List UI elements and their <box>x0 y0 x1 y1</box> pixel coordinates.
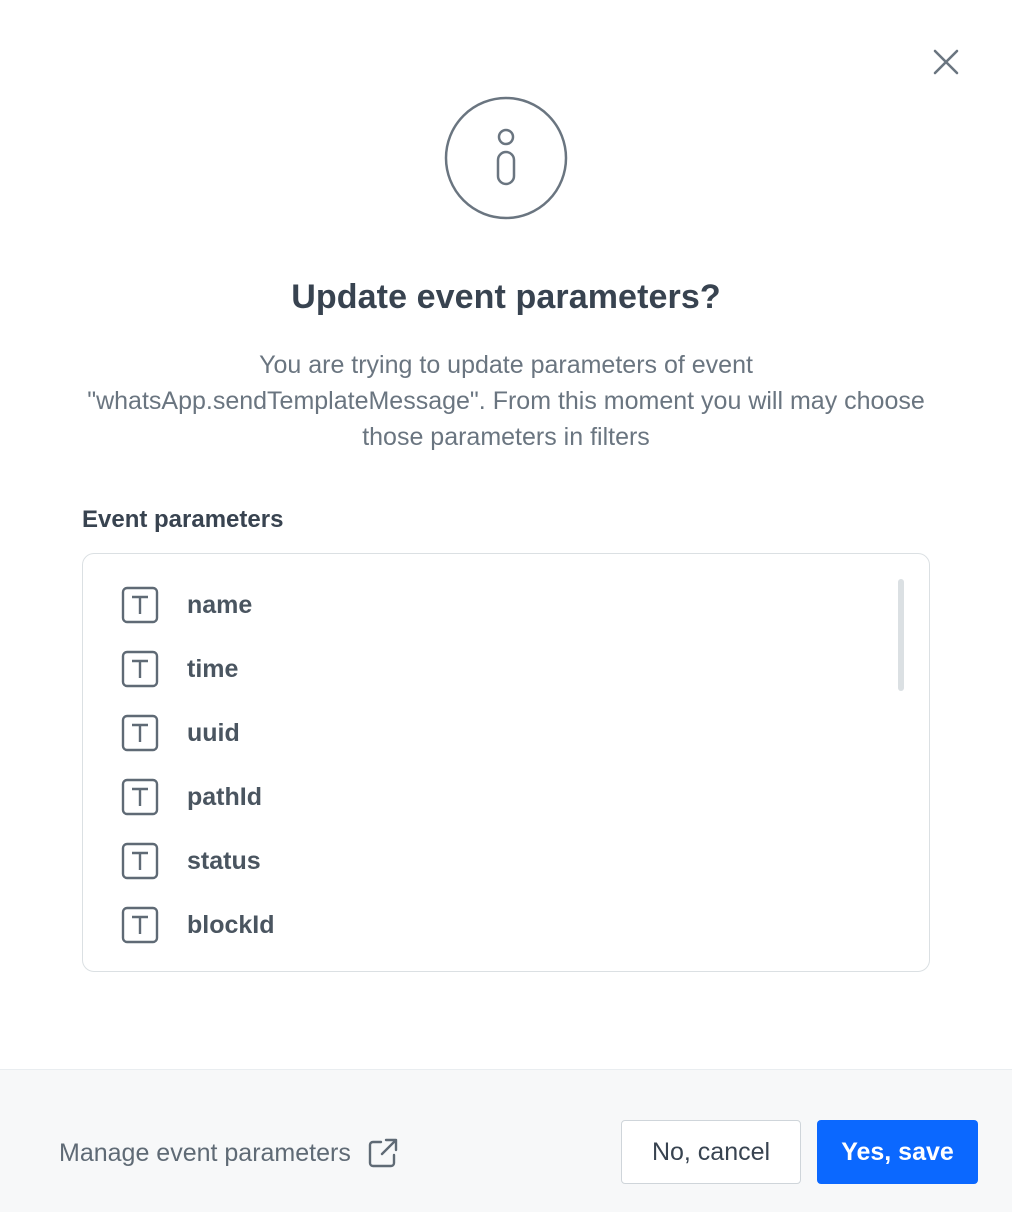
parameter-name: name <box>187 590 253 619</box>
text-type-icon <box>121 714 159 752</box>
parameter-name: pathId <box>187 782 262 811</box>
parameter-name: blockId <box>187 910 275 939</box>
parameter-name: time <box>187 654 239 683</box>
dialog-title: Update event parameters? <box>291 278 721 316</box>
list-item: time <box>121 649 821 689</box>
close-button[interactable] <box>926 42 966 82</box>
dialog-footer: Manage event parameters No, cancel Yes, … <box>0 1069 1012 1212</box>
event-parameters-list[interactable]: name time uuid pathId status blockId <box>82 553 930 972</box>
cancel-button[interactable]: No, cancel <box>621 1120 801 1184</box>
save-button[interactable]: Yes, save <box>817 1120 978 1184</box>
text-type-icon <box>121 906 159 944</box>
text-type-icon <box>121 778 159 816</box>
update-event-dialog: Update event parameters? You are trying … <box>0 0 1012 1212</box>
text-type-icon <box>121 650 159 688</box>
parameter-name: status <box>187 846 261 875</box>
close-icon <box>933 49 959 75</box>
event-parameters-label: Event parameters <box>82 506 284 533</box>
list-item: uuid <box>121 713 821 753</box>
text-type-icon <box>121 586 159 624</box>
list-item: pathId <box>121 777 821 817</box>
list-scrollbar[interactable] <box>898 579 904 691</box>
manage-link-label: Manage event parameters <box>59 1138 351 1167</box>
info-icon <box>444 96 568 220</box>
manage-event-parameters-link[interactable]: Manage event parameters <box>59 1137 399 1169</box>
external-link-icon <box>368 1138 398 1168</box>
list-item: name <box>121 585 821 625</box>
parameter-name: uuid <box>187 718 240 747</box>
dialog-description: You are trying to update parameters of e… <box>87 351 925 451</box>
list-item: blockId <box>121 905 821 945</box>
text-type-icon <box>121 842 159 880</box>
list-item: status <box>121 841 821 881</box>
